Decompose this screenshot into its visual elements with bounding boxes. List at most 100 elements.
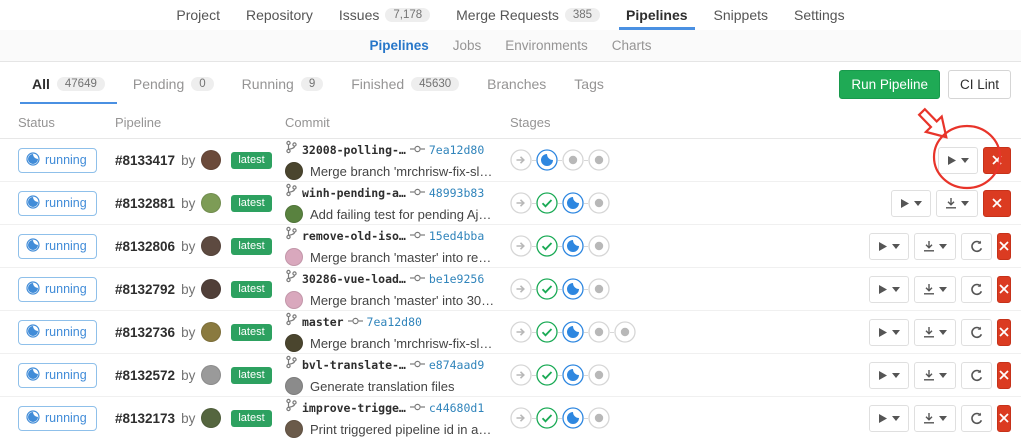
stage-icon-skipped[interactable]	[510, 149, 532, 171]
commit-author-avatar[interactable]	[285, 205, 303, 223]
download-artifacts-button[interactable]	[936, 190, 978, 217]
commit-sha-link[interactable]: e874aad9	[429, 358, 484, 372]
play-pipeline-button[interactable]	[891, 190, 931, 217]
commit-message-link[interactable]: Print triggered pipeline id in a…	[310, 422, 491, 437]
stage-icon-skipped[interactable]	[510, 192, 532, 214]
stage-icon-success[interactable]	[536, 192, 558, 214]
cancel-pipeline-button[interactable]	[997, 405, 1011, 432]
ci-lint-button[interactable]: CI Lint	[948, 70, 1011, 99]
pipeline-id-link[interactable]: #8132792	[115, 282, 175, 297]
branch-link[interactable]: improve-trigge…	[302, 401, 406, 415]
retry-pipeline-button[interactable]	[961, 405, 992, 432]
branch-link[interactable]: master	[302, 315, 344, 329]
filter-tab-finished[interactable]: Finished45630	[337, 62, 473, 106]
branch-link[interactable]: winh-pending-a…	[302, 186, 406, 200]
stage-icon-created[interactable]	[588, 235, 610, 257]
project-nav-item-repository[interactable]: Repository	[233, 0, 326, 30]
retry-pipeline-button[interactable]	[961, 319, 992, 346]
sub-nav-item-pipelines[interactable]: Pipelines	[357, 38, 440, 53]
filter-tab-pending[interactable]: Pending0	[119, 62, 228, 106]
stage-icon-running[interactable]	[562, 407, 584, 429]
pipeline-id-link[interactable]: #8132806	[115, 239, 175, 254]
download-artifacts-button[interactable]	[914, 319, 956, 346]
commit-message-link[interactable]: Merge branch 'master' into re…	[310, 250, 491, 265]
play-pipeline-button[interactable]	[869, 233, 909, 260]
commit-message-link[interactable]: Add failing test for pending Aj…	[310, 207, 491, 222]
status-badge[interactable]: running	[18, 234, 97, 259]
cancel-pipeline-button[interactable]	[997, 319, 1011, 346]
commit-message-link[interactable]: Merge branch 'master' into 30…	[310, 293, 494, 308]
stage-icon-created[interactable]	[588, 407, 610, 429]
stage-icon-running[interactable]	[562, 192, 584, 214]
filter-tab-branches[interactable]: Branches	[473, 62, 560, 106]
commit-message-link[interactable]: Merge branch 'mrchrisw-fix-sl…	[310, 164, 492, 179]
branch-link[interactable]: bvl-translate-…	[302, 358, 406, 372]
stage-icon-created[interactable]	[588, 321, 610, 343]
project-nav-item-project[interactable]: Project	[163, 0, 233, 30]
stage-icon-running[interactable]	[562, 364, 584, 386]
pipeline-id-link[interactable]: #8133417	[115, 153, 175, 168]
download-artifacts-button[interactable]	[914, 362, 956, 389]
commit-author-avatar[interactable]	[285, 291, 303, 309]
stage-icon-success[interactable]	[536, 235, 558, 257]
play-pipeline-button[interactable]	[938, 147, 978, 174]
filter-tab-all[interactable]: All47649	[18, 62, 119, 106]
branch-link[interactable]: remove-old-iso…	[302, 229, 406, 243]
retry-pipeline-button[interactable]	[961, 362, 992, 389]
cancel-pipeline-button[interactable]	[997, 362, 1011, 389]
cancel-pipeline-button[interactable]	[997, 233, 1011, 260]
pipeline-user-avatar[interactable]	[201, 408, 221, 428]
pipeline-id-link[interactable]: #8132173	[115, 411, 175, 426]
stage-icon-created[interactable]	[562, 149, 584, 171]
project-nav-item-merge-requests[interactable]: Merge Requests385	[443, 0, 613, 30]
status-badge[interactable]: running	[18, 191, 97, 216]
status-badge[interactable]: running	[18, 363, 97, 388]
stage-icon-skipped[interactable]	[510, 407, 532, 429]
status-badge[interactable]: running	[18, 277, 97, 302]
stage-icon-skipped[interactable]	[510, 278, 532, 300]
pipeline-user-avatar[interactable]	[201, 322, 221, 342]
pipeline-id-link[interactable]: #8132736	[115, 325, 175, 340]
commit-author-avatar[interactable]	[285, 377, 303, 395]
cancel-pipeline-button[interactable]	[983, 147, 1011, 174]
pipeline-user-avatar[interactable]	[201, 150, 221, 170]
status-badge[interactable]: running	[18, 406, 97, 431]
stage-icon-success[interactable]	[536, 364, 558, 386]
pipeline-user-avatar[interactable]	[201, 193, 221, 213]
filter-tab-running[interactable]: Running9	[228, 62, 338, 106]
commit-message-link[interactable]: Generate translation files	[310, 379, 455, 394]
commit-sha-link[interactable]: be1e9256	[429, 272, 484, 286]
project-nav-item-settings[interactable]: Settings	[781, 0, 858, 30]
branch-link[interactable]: 30286-vue-load…	[302, 272, 406, 286]
status-badge[interactable]: running	[18, 148, 97, 173]
cancel-pipeline-button[interactable]	[997, 276, 1011, 303]
stage-icon-created[interactable]	[614, 321, 636, 343]
sub-nav-item-jobs[interactable]: Jobs	[441, 38, 494, 53]
sub-nav-item-charts[interactable]: Charts	[600, 38, 664, 53]
sub-nav-item-environments[interactable]: Environments	[493, 38, 600, 53]
project-nav-item-issues[interactable]: Issues7,178	[326, 0, 443, 30]
stage-icon-running[interactable]	[562, 235, 584, 257]
commit-message-link[interactable]: Merge branch 'mrchrisw-fix-sl…	[310, 336, 492, 351]
play-pipeline-button[interactable]	[869, 405, 909, 432]
commit-sha-link[interactable]: 7ea12d80	[367, 315, 422, 329]
retry-pipeline-button[interactable]	[961, 233, 992, 260]
stage-icon-skipped[interactable]	[510, 235, 532, 257]
status-badge[interactable]: running	[18, 320, 97, 345]
branch-link[interactable]: 32008-polling-…	[302, 143, 406, 157]
project-nav-item-snippets[interactable]: Snippets	[701, 0, 781, 30]
stage-icon-created[interactable]	[588, 364, 610, 386]
stage-icon-running[interactable]	[536, 149, 558, 171]
cancel-pipeline-button[interactable]	[983, 190, 1011, 217]
stage-icon-success[interactable]	[536, 407, 558, 429]
stage-icon-running[interactable]	[562, 278, 584, 300]
pipeline-user-avatar[interactable]	[201, 279, 221, 299]
play-pipeline-button[interactable]	[869, 276, 909, 303]
commit-sha-link[interactable]: 15ed4bba	[429, 229, 484, 243]
run-pipeline-button[interactable]: Run Pipeline	[839, 70, 940, 99]
pipeline-user-avatar[interactable]	[201, 236, 221, 256]
filter-tab-tags[interactable]: Tags	[560, 62, 618, 106]
stage-icon-created[interactable]	[588, 192, 610, 214]
project-nav-item-pipelines[interactable]: Pipelines	[613, 0, 700, 30]
commit-sha-link[interactable]: 48993b83	[429, 186, 484, 200]
